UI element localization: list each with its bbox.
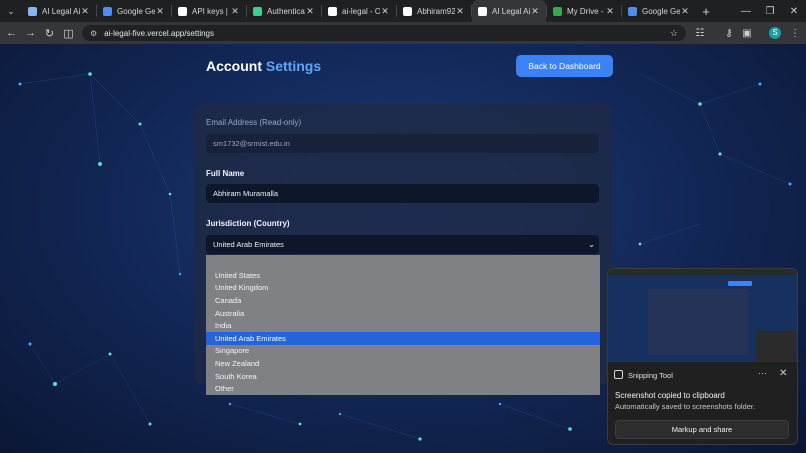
browser-tab[interactable]: AI Legal Aid✕ xyxy=(472,0,546,22)
dropdown-option[interactable]: New Zealand xyxy=(206,357,600,370)
dropdown-option[interactable]: India xyxy=(206,319,600,332)
tab-close-icon[interactable]: ✕ xyxy=(155,6,165,17)
dropdown-option[interactable]: United Arab Emirates xyxy=(206,332,600,345)
toast-message: Screenshot copied to clipboard xyxy=(615,391,725,400)
screenshot-icon[interactable]: ▣ xyxy=(738,22,756,44)
side-panel-icon[interactable]: ◫ xyxy=(59,22,78,44)
copy-icon xyxy=(28,6,37,16)
tab-title: Abhiram925/ xyxy=(417,6,455,16)
browser-menu-icon[interactable]: ⋮ xyxy=(786,22,804,44)
reload-icon[interactable]: ↻ xyxy=(40,22,59,44)
toast-app-name: Snipping Tool xyxy=(628,371,673,380)
tab-close-icon[interactable]: ✕ xyxy=(680,6,690,17)
browser-tab[interactable]: ai-legal - Ov✕ xyxy=(322,0,396,22)
dropdown-option[interactable]: Australia xyxy=(206,307,600,320)
tab-title: My Drive - G xyxy=(567,6,605,16)
tab-search-icon[interactable]: ⌄ xyxy=(0,0,22,22)
address-bar[interactable]: ⚙ ai-legal-five.vercel.app/settings ☆ xyxy=(82,25,686,41)
tab-title: Authenticatio xyxy=(267,6,305,16)
new-tab-button[interactable]: + xyxy=(696,4,716,19)
vercel-icon xyxy=(328,6,337,16)
browser-tab[interactable]: My Drive - G✕ xyxy=(547,0,621,22)
back-to-dashboard-button[interactable]: Back to Dashboard xyxy=(516,55,613,77)
tab-close-icon[interactable]: ✕ xyxy=(605,6,615,17)
tab-close-icon[interactable]: ✕ xyxy=(530,6,540,17)
snipping-tool-icon xyxy=(614,370,623,379)
browser-tab[interactable]: Google Gem✕ xyxy=(622,0,696,22)
close-window-icon[interactable]: ✕ xyxy=(782,0,806,22)
dropdown-option[interactable]: Singapore xyxy=(206,345,600,358)
thumbnail-card xyxy=(648,289,748,355)
jurisdiction-dropdown-list: United States United Kingdom Canada Austral… xyxy=(206,255,600,395)
close-icon[interactable]: ✕ xyxy=(779,368,787,379)
password-key-icon[interactable]: ⚷ xyxy=(720,22,738,44)
api-icon xyxy=(178,6,187,16)
email-field: sm1732@srmist.edu.in xyxy=(206,134,599,153)
screenshot-thumbnail[interactable] xyxy=(608,269,797,362)
site-info-icon[interactable]: ⚙ xyxy=(90,29,97,38)
thumbnail-browser-bar xyxy=(608,269,797,275)
github-icon xyxy=(403,6,412,16)
forward-arrow-icon[interactable]: → xyxy=(21,22,40,44)
jurisdiction-select[interactable]: United Arab Emirates ⌄ xyxy=(206,235,599,254)
tab-close-icon[interactable]: ✕ xyxy=(380,6,390,17)
browser-tab[interactable]: API keys | Gr✕ xyxy=(172,0,246,22)
email-label: Email Address (Read-only) xyxy=(206,118,302,127)
tab-title: Google Gem xyxy=(117,6,155,16)
vercel-icon xyxy=(478,6,487,16)
minimize-icon[interactable]: — xyxy=(734,0,758,22)
markup-and-share-button[interactable]: Markup and share xyxy=(615,420,789,439)
profile-avatar[interactable]: S xyxy=(769,27,781,39)
tab-title: AI Legal Aid xyxy=(492,6,530,16)
dropdown-option[interactable]: Other xyxy=(206,382,600,395)
browser-tab[interactable]: Abhiram925/✕ xyxy=(397,0,471,22)
full-name-input[interactable]: Abhiram Muramalla xyxy=(206,184,599,203)
supabase-icon xyxy=(253,6,262,16)
dropdown-option[interactable]: South Korea xyxy=(206,370,600,383)
browser-tab[interactable]: AI Legal Aid✕ xyxy=(22,0,96,22)
browser-tab[interactable]: Google Gem✕ xyxy=(97,0,171,22)
dropdown-option[interactable]: Canada xyxy=(206,294,600,307)
toast-subtext: Automatically saved to screenshots folde… xyxy=(615,402,756,411)
jurisdiction-label: Jurisdiction (Country) xyxy=(206,219,290,228)
drive-icon xyxy=(553,6,562,16)
back-arrow-icon[interactable]: ← xyxy=(2,22,21,44)
tab-title: Google Gem xyxy=(642,6,680,16)
dropdown-option[interactable]: United States xyxy=(206,269,600,282)
browser-tab[interactable]: Authenticatio✕ xyxy=(247,0,321,22)
tab-title: ai-legal - Ov xyxy=(342,6,380,16)
chevron-down-icon: ⌄ xyxy=(588,240,595,249)
gemini-icon xyxy=(103,6,112,16)
full-name-label: Full Name xyxy=(206,169,245,178)
gemini-icon xyxy=(628,6,637,16)
bookmark-star-icon[interactable]: ☆ xyxy=(670,28,678,39)
tab-close-icon[interactable]: ✕ xyxy=(305,6,315,17)
tab-title: AI Legal Aid xyxy=(42,6,80,16)
more-options-icon[interactable]: ··· xyxy=(758,368,767,378)
tab-close-icon[interactable]: ✕ xyxy=(230,6,240,17)
extensions-icon[interactable]: ☷ xyxy=(691,22,709,44)
tab-close-icon[interactable]: ✕ xyxy=(455,6,465,17)
tab-strip: ⌄ AI Legal Aid✕Google Gem✕API keys | Gr✕… xyxy=(0,0,806,22)
jurisdiction-selected-value: United Arab Emirates xyxy=(213,240,284,249)
restore-icon[interactable]: ❐ xyxy=(758,0,782,22)
dropdown-option[interactable]: United Kingdom xyxy=(206,282,600,295)
tab-title: API keys | Gr xyxy=(192,6,230,16)
tab-close-icon[interactable]: ✕ xyxy=(80,6,90,17)
url-text[interactable]: ai-legal-five.vercel.app/settings xyxy=(104,29,214,38)
page-title: Account Settings xyxy=(206,58,322,74)
thumbnail-button xyxy=(728,281,752,286)
thumbnail-toast xyxy=(756,331,796,361)
